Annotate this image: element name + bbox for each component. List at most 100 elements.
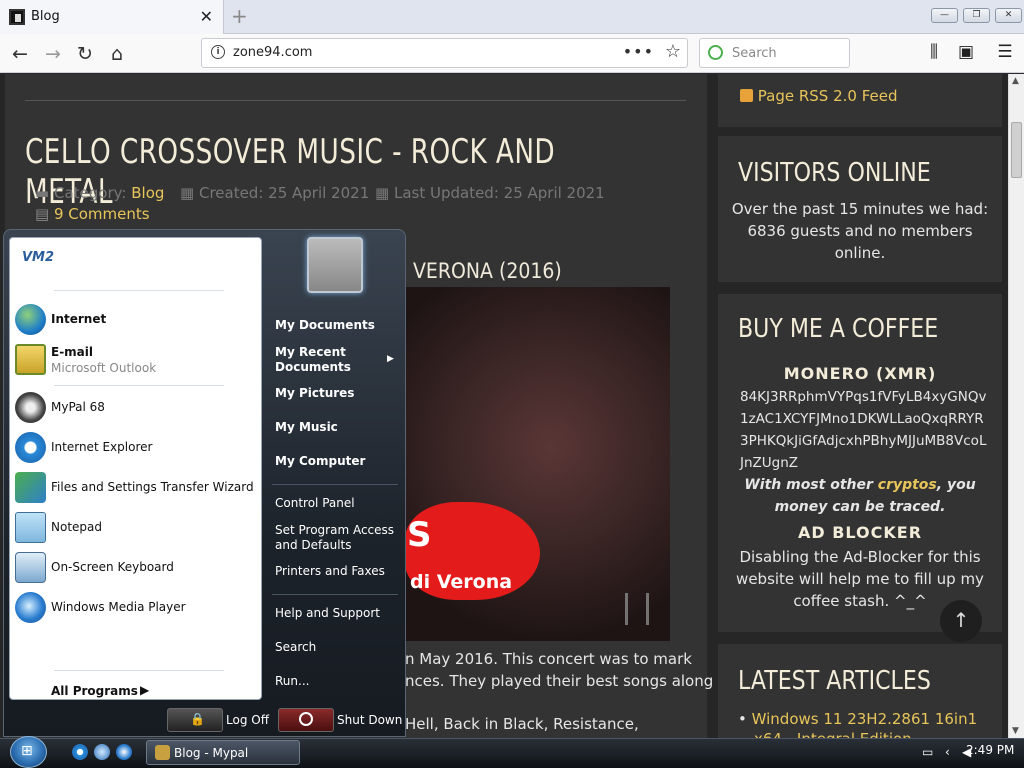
quicklaunch-explorer-icon[interactable]	[94, 744, 110, 760]
tray-expand-icon[interactable]: ‹	[945, 745, 950, 759]
network-icon[interactable]: ▭	[922, 745, 933, 759]
quicklaunch-ie-icon[interactable]	[72, 744, 88, 760]
concert-image[interactable]: S di Verona	[405, 287, 670, 641]
start-button[interactable]: ⊞	[10, 736, 47, 768]
windows-logo-icon: ⊞	[21, 743, 33, 759]
my-computer-link[interactable]: My Computer	[275, 454, 365, 469]
menu-icon[interactable]: ☰	[993, 42, 1017, 62]
visitors-title: VISITORS ONLINE	[738, 158, 931, 188]
my-documents-link[interactable]: My Documents	[275, 318, 375, 333]
start-item-ie[interactable]: Internet Explorer	[10, 429, 260, 467]
taskbar-item-blog[interactable]: Blog - Mypal	[146, 740, 300, 765]
forward-icon[interactable]: →	[41, 42, 65, 66]
clock[interactable]: 2:49 PM	[966, 743, 1014, 757]
all-programs-button[interactable]: All Programs	[51, 684, 138, 698]
visitors-line: online.	[834, 244, 886, 262]
help-support-link[interactable]: Help and Support	[275, 606, 380, 621]
divider	[272, 484, 398, 485]
my-recent-documents-link-cont[interactable]: Documents	[275, 360, 351, 375]
tab-blog[interactable]: Blog ✕	[0, 0, 224, 34]
cryptos-link[interactable]: cryptos	[878, 477, 937, 493]
control-panel-link[interactable]: Control Panel	[275, 496, 355, 511]
page-actions-icon[interactable]: •••	[623, 42, 654, 61]
start-item-notepad[interactable]: Notepad	[10, 509, 260, 547]
start-item-email[interactable]: E-mail Microsoft Outlook	[10, 341, 260, 379]
keyboard-icon	[15, 552, 46, 583]
latest-article-link-cont[interactable]: x64 - Integral Edition	[754, 730, 912, 738]
shut-down-label[interactable]: Shut Down	[337, 713, 402, 727]
navigation-toolbar: ← → ↻ ⌂ i zone94.com ••• ☆ Search ⫼ ▣ ☰	[0, 34, 1024, 73]
notepad-icon	[15, 512, 46, 543]
coffee-box: BUY ME A COFFEE MONERO (XMR) 84KJ3RRphmV…	[718, 294, 1002, 632]
close-tab-icon[interactable]: ✕	[200, 7, 213, 26]
start-item-media-player[interactable]: Windows Media Player	[10, 589, 260, 627]
reload-icon[interactable]: ↻	[73, 42, 97, 66]
scroll-to-top-button[interactable]: ↑	[940, 600, 982, 642]
start-item-label: Notepad	[51, 520, 102, 534]
start-item-mypal[interactable]: MyPal 68	[10, 389, 260, 427]
search-link[interactable]: Search	[275, 640, 316, 655]
log-off-label[interactable]: Log Off	[226, 713, 269, 727]
body-line: n May 2016. This concert was to mark	[405, 650, 692, 668]
comments-link[interactable]: ▤ 9 Comments	[35, 205, 150, 223]
new-tab-icon[interactable]: +	[231, 4, 248, 28]
taskbar-item-label: Blog - Mypal	[174, 746, 249, 760]
bookmark-star-icon[interactable]: ☆	[665, 41, 681, 62]
latest-article-link[interactable]: • Windows 11 23H2.2861 16in1	[738, 710, 977, 728]
rss-label[interactable]: Page RSS 2.0 Feed	[758, 87, 898, 105]
close-window-button[interactable]: ✕	[995, 8, 1022, 23]
lock-icon: 🔒	[190, 712, 205, 726]
category-link[interactable]: Blog	[131, 184, 164, 202]
run-link[interactable]: Run...	[275, 674, 309, 689]
minimize-button[interactable]: —	[931, 8, 958, 23]
latest-articles-box: LATEST ARTICLES • Windows 11 23H2.2861 1…	[718, 644, 1002, 738]
shut-down-button[interactable]	[278, 708, 334, 732]
start-item-onscreen-keyboard[interactable]: On-Screen Keyboard	[10, 549, 260, 587]
back-icon[interactable]: ←	[8, 42, 32, 66]
scroll-down-icon[interactable]: ▼	[1012, 726, 1019, 736]
latest-title: LATEST ARTICLES	[738, 666, 931, 696]
search-input[interactable]: Search	[699, 38, 850, 68]
my-music-link[interactable]: My Music	[275, 420, 338, 435]
chevron-right-icon: ▶	[140, 683, 150, 697]
monero-address[interactable]: 84KJ3RRphmVYPqs1fVFyLB4xyGNQv1zAC1XCYFJM…	[740, 386, 988, 474]
url-text[interactable]: zone94.com	[233, 45, 312, 60]
updated-meta: ▦ Last Updated: 25 April 2021	[375, 184, 605, 202]
divider	[54, 385, 224, 386]
library-icon[interactable]: ⫼	[922, 42, 946, 62]
sidebar-toggle-icon[interactable]: ▣	[954, 42, 978, 62]
site-favicon-icon	[9, 9, 25, 25]
site-info-icon[interactable]: i	[211, 45, 225, 59]
my-recent-documents-link[interactable]: My Recent	[275, 345, 346, 360]
latest-article-title[interactable]: Windows 11 23H2.2861 16in1	[752, 710, 978, 728]
start-item-label: E-mail	[51, 345, 94, 359]
monero-heading: MONERO (XMR)	[783, 364, 937, 383]
body-line: Hell, Back in Black, Resistance,	[405, 715, 639, 733]
url-bar[interactable]: i zone94.com ••• ☆	[201, 38, 688, 68]
visitors-box: VISITORS ONLINE Over the past 15 minutes…	[718, 136, 1002, 282]
printers-faxes-link[interactable]: Printers and Faxes	[275, 564, 385, 579]
divider	[25, 100, 686, 101]
scroll-thumb[interactable]	[1011, 122, 1022, 178]
comments-count[interactable]: 9 Comments	[54, 205, 150, 223]
page-scrollbar[interactable]: ▲ ▼	[1008, 74, 1024, 738]
start-item-transfer-wizard[interactable]: Files and Settings Transfer Wizard	[10, 469, 260, 507]
cryptos-note-line2: money can be traced.	[774, 499, 946, 515]
scroll-up-icon[interactable]: ▲	[1012, 76, 1019, 86]
set-program-access-link[interactable]: Set Program Access	[275, 523, 394, 538]
folder-icon: ▬	[35, 184, 50, 202]
restore-button[interactable]: ❐	[963, 8, 990, 23]
comment-icon: ▤	[35, 205, 50, 223]
rss-link[interactable]: Page RSS 2.0 Feed	[740, 87, 898, 105]
quicklaunch-media-icon[interactable]	[116, 744, 132, 760]
my-pictures-link[interactable]: My Pictures	[275, 386, 354, 401]
category-meta: ▬ Category: Blog	[35, 184, 164, 202]
user-picture[interactable]	[307, 237, 363, 293]
start-item-label: Internet Explorer	[51, 440, 153, 454]
start-item-internet[interactable]: Internet	[10, 301, 260, 339]
home-icon[interactable]: ⌂	[105, 42, 129, 66]
media-player-icon	[15, 592, 46, 623]
outlook-icon	[15, 344, 46, 375]
set-program-access-link-cont[interactable]: and Defaults	[275, 538, 352, 553]
log-off-button[interactable]: 🔒	[167, 708, 223, 732]
